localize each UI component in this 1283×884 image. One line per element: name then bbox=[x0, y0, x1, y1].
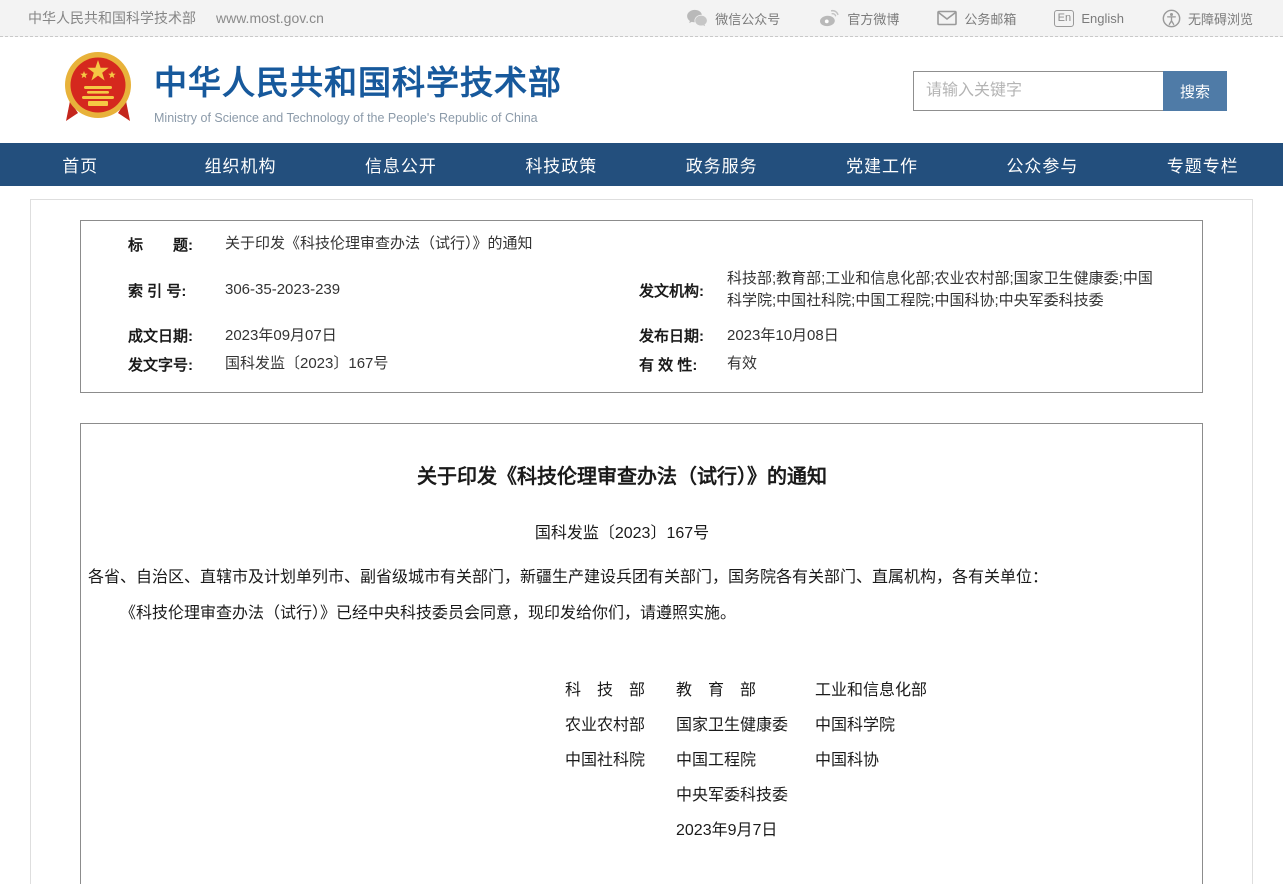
meta-date-written-label: 成文日期: bbox=[128, 325, 225, 346]
meta-row-title: 标 题: 关于印发《科技伦理审查办法（试行）》的通知 bbox=[81, 233, 639, 268]
signatory: 科 技 部 bbox=[565, 673, 676, 708]
mail-icon bbox=[937, 10, 957, 26]
site-title: 中华人民共和国科学技术部 bbox=[154, 56, 562, 104]
meta-doc-number-value: 国科发监〔2023〕167号 bbox=[225, 353, 639, 376]
topbar-link-wechat[interactable]: 微信公众号 bbox=[686, 9, 780, 28]
page: 中华人民共和国科学技术部 www.most.gov.cn 微信公众号 官方微博 … bbox=[0, 0, 1283, 884]
meta-date-published-label: 发布日期: bbox=[639, 325, 727, 346]
english-icon: En bbox=[1054, 10, 1074, 27]
meta-index-value: 306-35-2023-239 bbox=[225, 279, 639, 302]
content-panel: 标 题: 关于印发《科技伦理审查办法（试行）》的通知 索 引 号: 306-35… bbox=[30, 199, 1253, 884]
search-input[interactable] bbox=[913, 71, 1163, 111]
nav-item-public-participation[interactable]: 公众参与 bbox=[962, 143, 1122, 186]
wechat-icon bbox=[686, 9, 708, 27]
topbar-link-label: 公务邮箱 bbox=[964, 9, 1016, 28]
search-bar: 搜索 bbox=[913, 71, 1227, 111]
signatory: 教 育 部 bbox=[676, 673, 815, 708]
topbar-link-english[interactable]: En English bbox=[1054, 10, 1124, 27]
topbar-link-accessibility[interactable]: 无障碍浏览 bbox=[1162, 9, 1253, 28]
site-subtitle: Ministry of Science and Technology of th… bbox=[154, 111, 562, 125]
national-emblem-logo[interactable] bbox=[64, 49, 132, 131]
signature-date: 2023年9月7日 bbox=[676, 813, 1156, 848]
site-title-block: 中华人民共和国科学技术部 Ministry of Science and Tec… bbox=[154, 56, 562, 125]
meta-title-value: 关于印发《科技伦理审查办法（试行）》的通知 bbox=[225, 233, 639, 256]
meta-row-date-published: 发布日期: 2023年10月08日 bbox=[639, 325, 1202, 354]
meta-row-date-written: 成文日期: 2023年09月07日 bbox=[81, 325, 639, 354]
topbar-link-label: 官方微博 bbox=[847, 9, 899, 28]
signatory: 工业和信息化部 bbox=[815, 673, 1156, 708]
meta-title-label: 标 题: bbox=[128, 234, 225, 255]
nav-item-info-disclosure[interactable]: 信息公开 bbox=[321, 143, 481, 186]
signatory: 中国社科院 bbox=[565, 743, 676, 778]
meta-validity-value: 有效 bbox=[727, 353, 1154, 376]
nav-item-special-topics[interactable]: 专题专栏 bbox=[1123, 143, 1283, 186]
document-meta-box: 标 题: 关于印发《科技伦理审查办法（试行）》的通知 索 引 号: 306-35… bbox=[80, 220, 1203, 393]
meta-row-empty bbox=[639, 233, 1202, 268]
topbar-link-label: 无障碍浏览 bbox=[1188, 9, 1253, 28]
site-header: 中华人民共和国科学技术部 Ministry of Science and Tec… bbox=[0, 37, 1283, 143]
weibo-icon bbox=[818, 9, 840, 27]
search-button[interactable]: 搜索 bbox=[1163, 71, 1227, 111]
signatory: 中国科学院 bbox=[815, 708, 1156, 743]
document-title: 关于印发《科技伦理审查办法（试行）》的通知 bbox=[88, 460, 1156, 489]
meta-index-label: 索 引 号: bbox=[128, 280, 225, 301]
meta-validity-label: 有 效 性: bbox=[639, 354, 727, 375]
meta-agency-label: 发文机构: bbox=[639, 280, 727, 301]
topbar-links: 微信公众号 官方微博 公务邮箱 En English bbox=[686, 9, 1253, 28]
document-body-box: 关于印发《科技伦理审查办法（试行）》的通知 国科发监〔2023〕167号 各省、… bbox=[80, 423, 1203, 884]
main-nav: 首页 组织机构 信息公开 科技政策 政务服务 党建工作 公众参与 专题专栏 bbox=[0, 143, 1283, 186]
topbar-site-url: www.most.gov.cn bbox=[216, 10, 324, 26]
nav-item-home[interactable]: 首页 bbox=[0, 143, 160, 186]
top-utility-bar: 中华人民共和国科学技术部 www.most.gov.cn 微信公众号 官方微博 … bbox=[0, 0, 1283, 37]
topbar-site-name: 中华人民共和国科学技术部 bbox=[28, 8, 196, 28]
signatory: 农业农村部 bbox=[565, 708, 676, 743]
meta-row-validity: 有 效 性: 有效 bbox=[639, 353, 1202, 376]
meta-date-published-value: 2023年10月08日 bbox=[727, 325, 1154, 348]
nav-item-gov-services[interactable]: 政务服务 bbox=[642, 143, 802, 186]
content-area: 标 题: 关于印发《科技伦理审查办法（试行）》的通知 索 引 号: 306-35… bbox=[0, 186, 1283, 884]
signatory bbox=[815, 778, 1156, 813]
signatory: 国家卫生健康委 bbox=[676, 708, 815, 743]
signatory: 中央军委科技委 bbox=[676, 778, 815, 813]
document-paragraph: 各省、自治区、直辖市及计划单列市、副省级城市有关部门，新疆生产建设兵团有关部门，… bbox=[88, 567, 1156, 589]
document-paragraph: 《科技伦理审查办法（试行）》已经中央科技委员会同意，现印发给你们，请遵照实施。 bbox=[88, 603, 1156, 625]
signatory: 中国科协 bbox=[815, 743, 1156, 778]
meta-date-written-value: 2023年09月07日 bbox=[225, 325, 639, 348]
meta-row-issuing-agency: 发文机构: 科技部;教育部;工业和信息化部;农业农村部;国家卫生健康委;中国科学… bbox=[639, 268, 1202, 325]
document-number: 国科发监〔2023〕167号 bbox=[88, 519, 1156, 543]
topbar-link-weibo[interactable]: 官方微博 bbox=[818, 9, 899, 28]
topbar-link-label: English bbox=[1081, 11, 1124, 26]
signatory bbox=[565, 778, 676, 813]
meta-row-index-number: 索 引 号: 306-35-2023-239 bbox=[81, 268, 639, 325]
accessibility-icon bbox=[1162, 9, 1181, 28]
nav-item-organization[interactable]: 组织机构 bbox=[160, 143, 320, 186]
meta-agency-value: 科技部;教育部;工业和信息化部;农业农村部;国家卫生健康委;中国科学院;中国社科… bbox=[727, 268, 1154, 313]
signatories-block: 科 技 部 教 育 部 工业和信息化部 农业农村部 国家卫生健康委 中国科学院 … bbox=[565, 673, 1156, 848]
signatory: 中国工程院 bbox=[676, 743, 815, 778]
nav-item-party-building[interactable]: 党建工作 bbox=[802, 143, 962, 186]
topbar-link-mail[interactable]: 公务邮箱 bbox=[937, 9, 1016, 28]
topbar-link-label: 微信公众号 bbox=[715, 9, 780, 28]
meta-row-doc-number: 发文字号: 国科发监〔2023〕167号 bbox=[81, 353, 639, 376]
meta-doc-number-label: 发文字号: bbox=[128, 354, 225, 375]
nav-item-sci-tech-policy[interactable]: 科技政策 bbox=[481, 143, 641, 186]
